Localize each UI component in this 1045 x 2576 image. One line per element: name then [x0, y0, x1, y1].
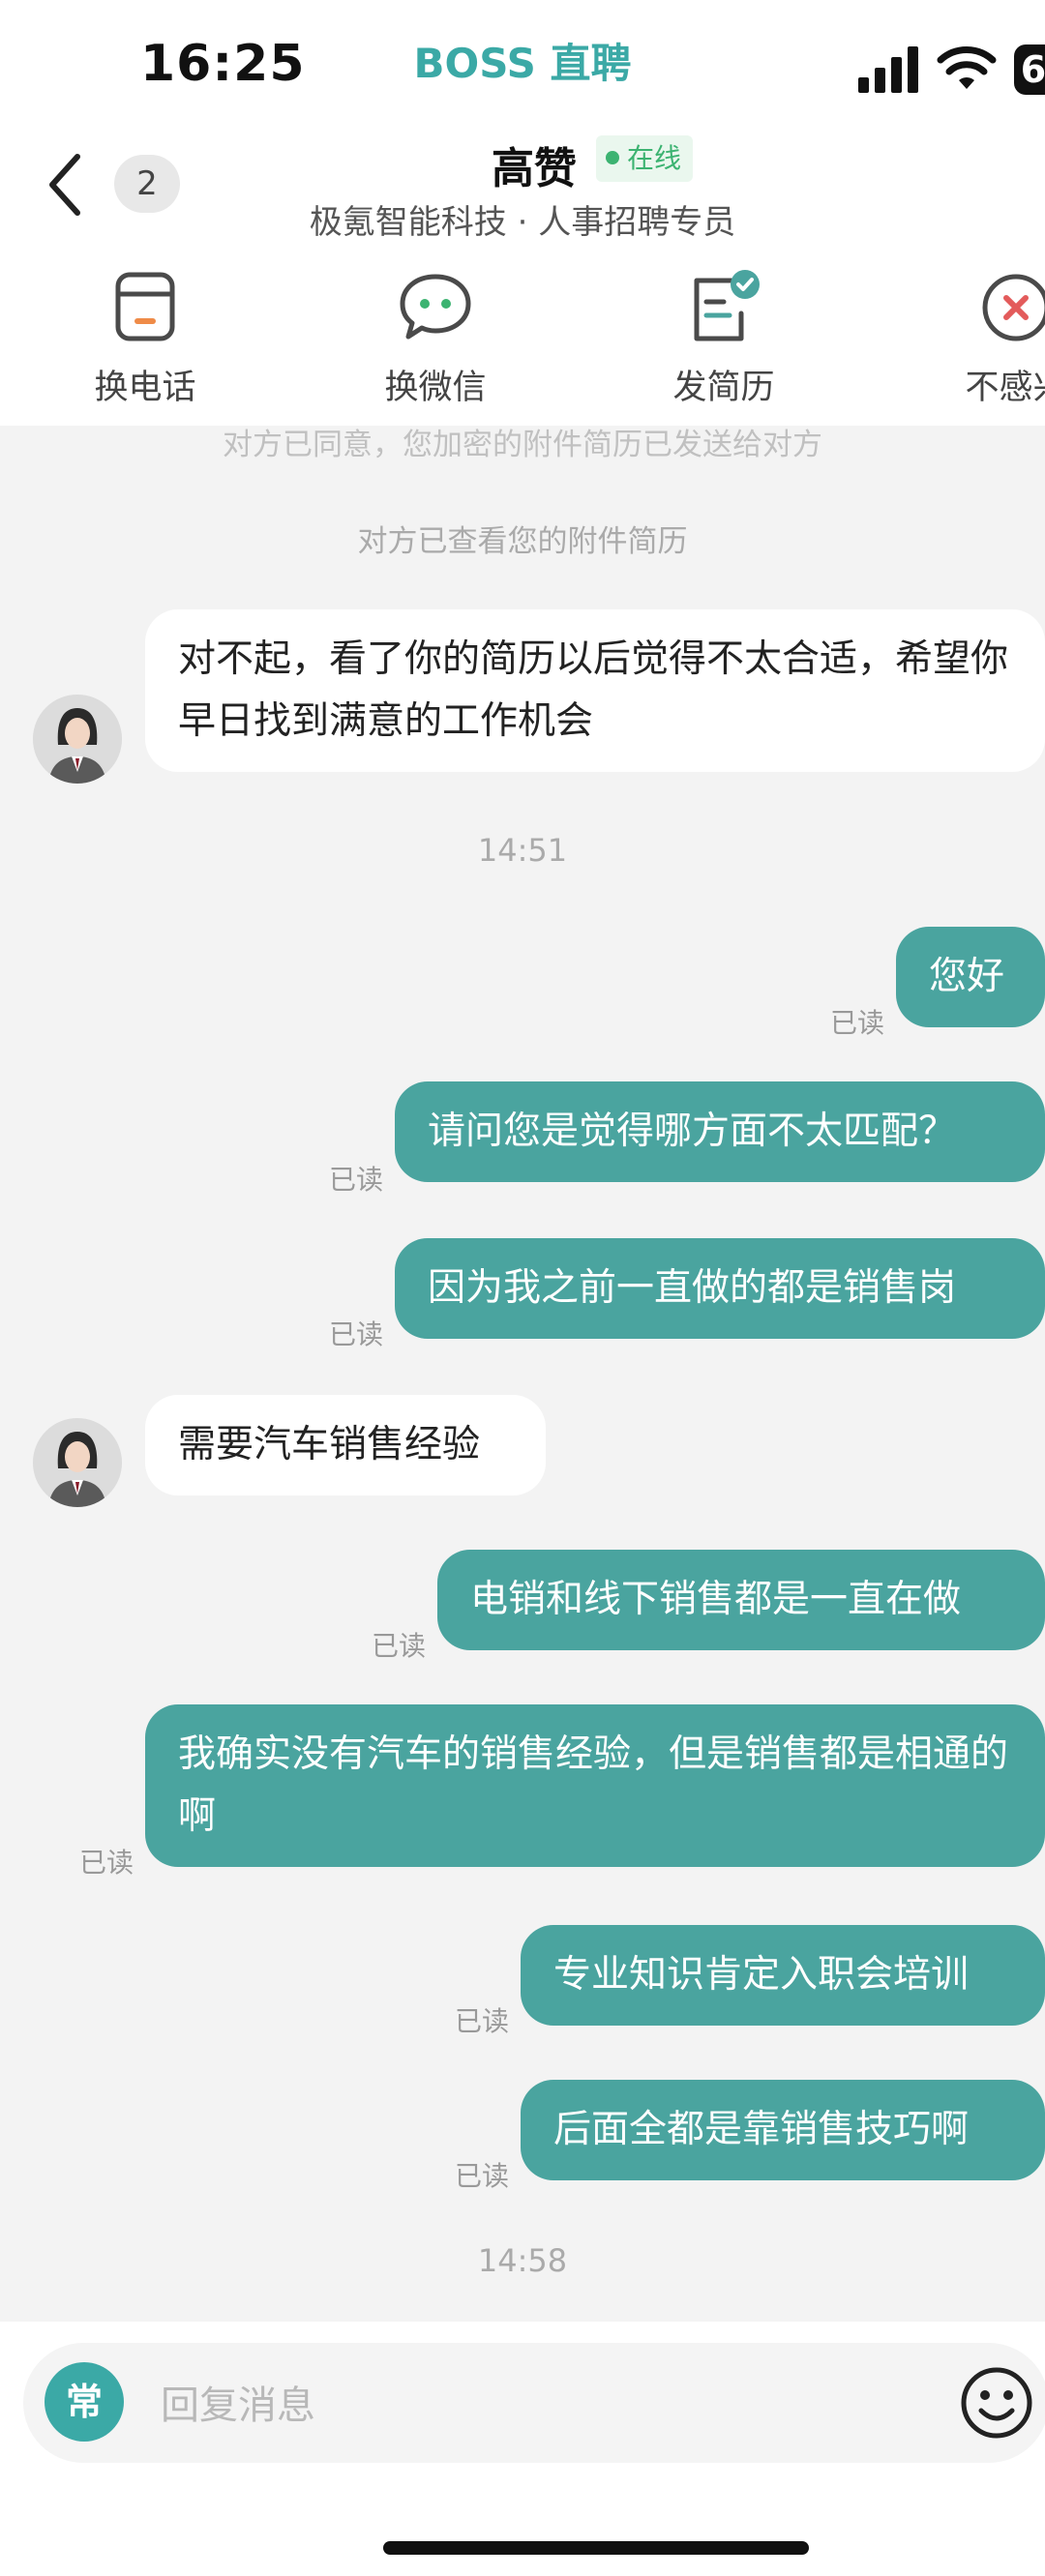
send-resume-button[interactable]: 发简历 [617, 269, 830, 409]
exchange-phone-button[interactable]: 换电话 [39, 269, 252, 409]
phone-icon [106, 269, 184, 346]
read-receipt: 已读 [329, 1164, 384, 1196]
status-bar: 16:25 BOSS 直聘 6 [0, 0, 1045, 116]
message-incoming[interactable]: 需要汽车销售经验 [145, 1395, 546, 1495]
battery-icon: 6 [1014, 44, 1045, 95]
message-outgoing[interactable]: 我确实没有汽车的销售经验，但是销售都是相通的啊 [145, 1704, 1045, 1867]
send-resume-label: 发简历 [672, 369, 775, 407]
message-outgoing[interactable]: 后面全都是靠销售技巧啊 [521, 2080, 1045, 2180]
online-status-label: 在线 [627, 142, 682, 174]
exchange-wechat-button[interactable]: 换微信 [329, 269, 542, 409]
reply-input[interactable] [159, 2376, 917, 2436]
read-receipt: 已读 [830, 1007, 885, 1039]
contact-company-title: 极氪智能科技 · 人事招聘专员 [309, 203, 736, 242]
not-interested-button[interactable]: 不感兴 [910, 269, 1045, 409]
chat-header: 2 高赞 在线 极氪智能科技 · 人事招聘专员 换电话 换微信 发简历 不感 [0, 116, 1045, 426]
read-receipt: 已读 [455, 2005, 510, 2037]
read-receipt: 已读 [329, 1318, 384, 1350]
home-indicator [383, 2541, 809, 2555]
exchange-wechat-label: 换微信 [384, 369, 487, 407]
not-interested-label: 不感兴 [965, 369, 1045, 407]
recruiter-avatar[interactable] [33, 695, 122, 784]
read-receipt: 已读 [455, 2160, 510, 2192]
chat-bubble-icon [397, 269, 474, 346]
contact-name: 高赞 [492, 144, 577, 193]
resume-icon [685, 269, 762, 346]
message-outgoing[interactable]: 因为我之前一直做的都是销售岗 [395, 1238, 1045, 1339]
chat-message-list[interactable]: 对方已同意，您加密的附件简历已发送给对方 对方已查看您的附件简历 对不起，看了你… [0, 426, 1045, 2322]
input-area: 常 [0, 2322, 1045, 2576]
wifi-icon [937, 46, 997, 89]
common-phrases-button[interactable]: 常 [45, 2362, 124, 2442]
not-interested-icon [977, 269, 1045, 346]
message-incoming[interactable]: 对不起，看了你的简历以后觉得不太合适，希望你早日找到满意的工作机会 [145, 609, 1045, 772]
system-message-resume-sent: 对方已同意，您加密的附件简历已发送给对方 [223, 428, 822, 462]
message-outgoing[interactable]: 您好 [896, 927, 1045, 1027]
exchange-phone-label: 换电话 [94, 369, 196, 407]
signal-icon [858, 46, 918, 93]
read-receipt: 已读 [372, 1630, 427, 1662]
system-message-resume-viewed: 对方已查看您的附件简历 [357, 524, 688, 559]
message-outgoing[interactable]: 电销和线下销售都是一直在做 [437, 1550, 1045, 1650]
timestamp: 14:58 [477, 2242, 568, 2279]
action-bar: 换电话 换微信 发简历 不感 [0, 269, 1045, 407]
online-dot-icon [606, 151, 619, 164]
message-outgoing[interactable]: 专业知识肯定入职会培训 [521, 1925, 1045, 2026]
recruiter-avatar[interactable] [33, 1418, 122, 1507]
timestamp: 14:51 [477, 832, 568, 869]
message-outgoing[interactable]: 请问您是觉得哪方面不太匹配？ [395, 1081, 1045, 1182]
read-receipt: 已读 [79, 1847, 134, 1879]
emoji-icon[interactable] [958, 2364, 1035, 2442]
online-status-badge: 在线 [596, 135, 694, 182]
